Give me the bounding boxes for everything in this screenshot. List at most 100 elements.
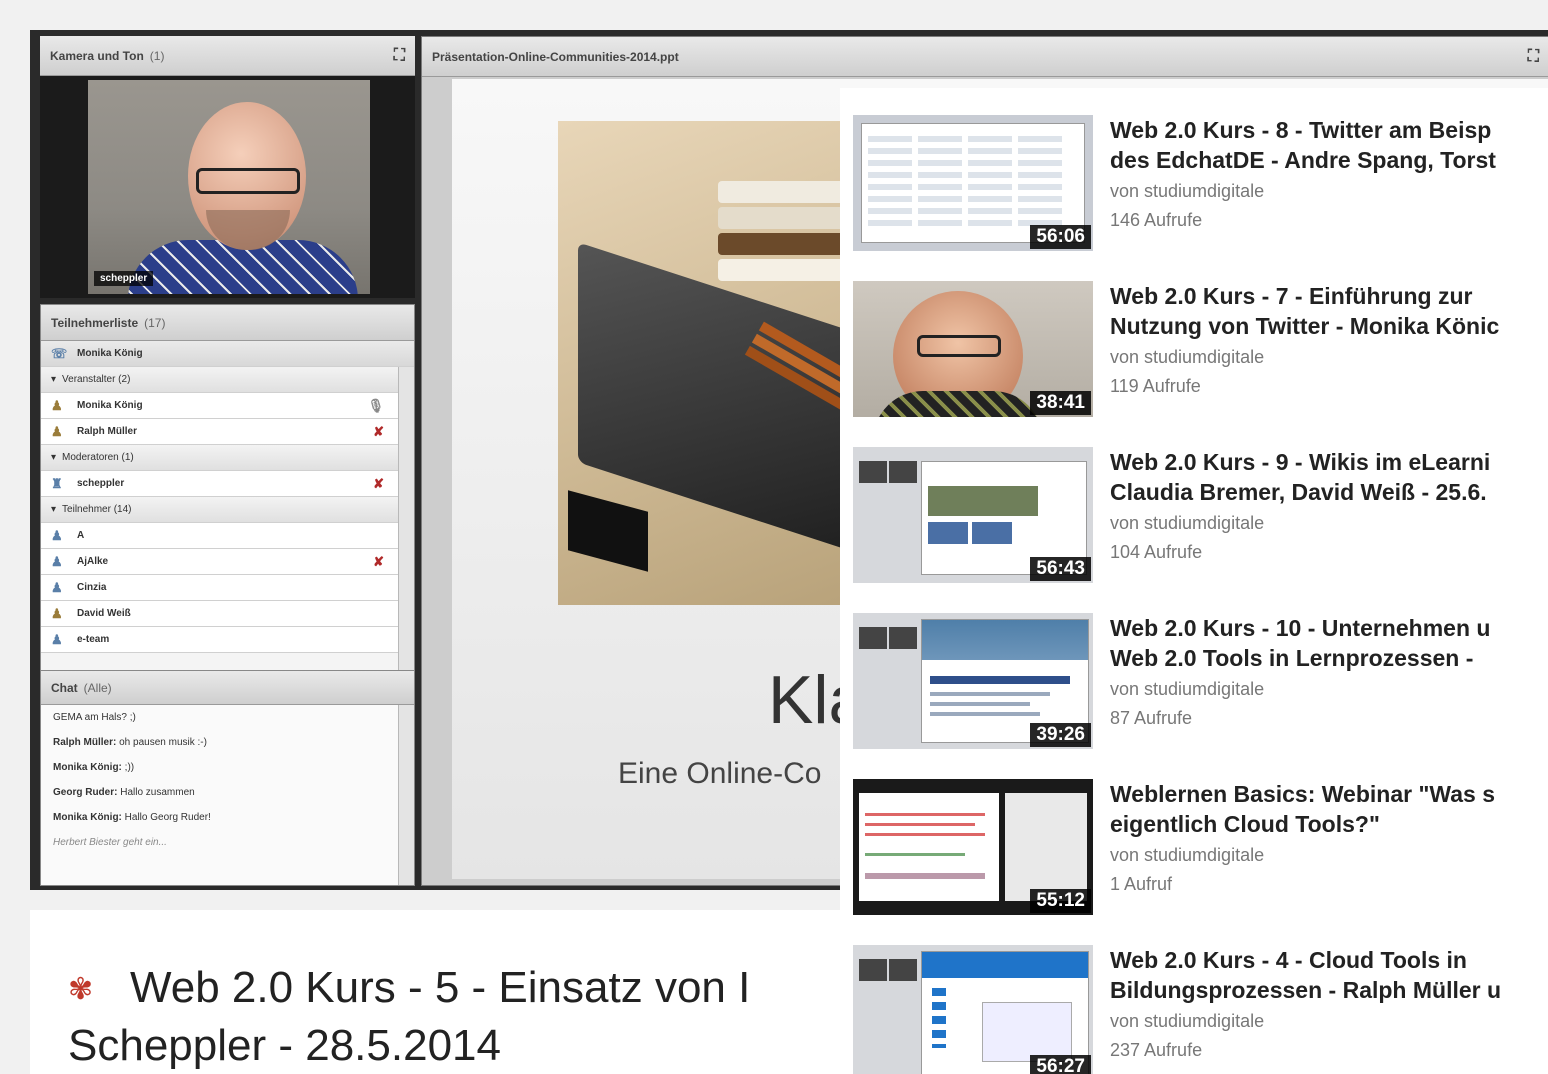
participant-list-header: Teilnehmerliste (17) xyxy=(41,305,414,341)
camera-panel-header: Kamera und Ton (1) ⛶ xyxy=(40,36,415,76)
camera-panel: Kamera und Ton (1) ⛶ scheppler xyxy=(40,36,415,298)
chat-message: GEMA am Hals? ;) xyxy=(53,712,136,723)
related-video-item[interactable]: 56:06 Web 2.0 Kurs - 8 - Twitter am Beis… xyxy=(853,115,1548,255)
group-header-moderators[interactable]: ▾ Moderatoren (1) xyxy=(41,445,414,471)
related-video-item[interactable]: 38:41 Web 2.0 Kurs - 7 - Einführung zur … xyxy=(853,281,1548,421)
microphone-icon[interactable]: 🎙 xyxy=(367,398,384,414)
related-video-author: von studiumdigitale xyxy=(1110,679,1265,699)
presentation-filename: Präsentation-Online-Communities-2014.ppt xyxy=(432,49,679,64)
participant-name: Monika König xyxy=(77,400,143,411)
video-duration: 39:26 xyxy=(1030,723,1091,747)
related-video-title[interactable]: Web 2.0 Kurs - 9 - Wikis im eLearni Clau… xyxy=(1110,447,1548,507)
video-thumbnail[interactable]: 56:06 xyxy=(853,115,1093,251)
related-video-author: von studiumdigitale xyxy=(1110,1011,1265,1031)
user-icon: ♟ xyxy=(51,423,63,439)
video-thumbnail[interactable]: 56:43 xyxy=(853,447,1093,583)
participant-row[interactable]: ♟ Monika König 🎙 xyxy=(41,393,414,419)
group-label: Veranstalter (2) xyxy=(62,374,131,385)
related-video-views: 87 Aufrufe xyxy=(1110,708,1193,728)
video-thumbnail[interactable]: 55:12 xyxy=(853,779,1093,915)
group-header-organizers[interactable]: ▾ Veranstalter (2) xyxy=(41,367,414,393)
presenter-name-tag: scheppler xyxy=(94,271,154,286)
related-video-title[interactable]: Web 2.0 Kurs - 8 - Twitter am Beisp des … xyxy=(1110,115,1548,175)
related-video-author: von studiumdigitale xyxy=(1110,845,1265,865)
participant-name: AjAlke xyxy=(77,556,109,567)
related-video-item[interactable]: 55:12 Weblernen Basics: Webinar "Was s e… xyxy=(853,779,1548,919)
related-video-title[interactable]: Weblernen Basics: Webinar "Was s eigentl… xyxy=(1110,779,1548,839)
camera-panel-title: Kamera und Ton xyxy=(50,48,144,63)
presenter-webcam: scheppler xyxy=(88,80,370,294)
chat-scope: (Alle) xyxy=(83,680,112,695)
chat-panel: Chat (Alle) GEMA am Hals? ;) Ralph Mülle… xyxy=(40,670,415,886)
current-user-name: Monika König xyxy=(77,348,143,359)
video-duration: 56:27 xyxy=(1030,1055,1091,1074)
playlist-icon[interactable]: ✾ xyxy=(68,962,102,1018)
user-icon: ♟ xyxy=(51,631,63,647)
participant-count: (17) xyxy=(144,315,166,330)
chat-header: Chat (Alle) xyxy=(41,671,414,705)
participant-row[interactable]: ♟ David Weiß xyxy=(41,601,414,627)
chat-message: Ralph Müller: oh pausen musik :-) xyxy=(53,737,207,748)
related-video-item[interactable]: 56:27 Web 2.0 Kurs - 4 - Cloud Tools in … xyxy=(853,945,1548,1074)
video-duration: 56:43 xyxy=(1030,557,1091,581)
video-thumbnail[interactable]: 39:26 xyxy=(853,613,1093,749)
microphone-muted-icon[interactable]: ✘ xyxy=(373,554,384,570)
related-video-author: von studiumdigitale xyxy=(1110,347,1265,367)
related-video-title[interactable]: Web 2.0 Kurs - 4 - Cloud Tools in Bildun… xyxy=(1110,945,1548,1005)
video-duration: 38:41 xyxy=(1030,391,1091,415)
related-video-title[interactable]: Web 2.0 Kurs - 10 - Unternehmen u Web 2.… xyxy=(1110,613,1548,673)
maximize-icon[interactable]: ⛶ xyxy=(394,47,405,65)
participant-row[interactable]: ♟ AjAlke ✘ xyxy=(41,549,414,575)
video-thumbnail[interactable]: 38:41 xyxy=(853,281,1093,417)
participant-scrollbar[interactable] xyxy=(398,367,414,671)
group-header-participants[interactable]: ▾ Teilnehmer (14) xyxy=(41,497,414,523)
group-label: Moderatoren (1) xyxy=(62,452,134,463)
slide-subtitle: Eine Online-Co xyxy=(618,757,822,790)
participant-list: Teilnehmerliste (17) ☏ Monika König ▾ Ve… xyxy=(40,304,415,672)
participant-name: scheppler xyxy=(77,478,125,489)
related-video-item[interactable]: 39:26 Web 2.0 Kurs - 10 - Unternehmen u … xyxy=(853,613,1548,753)
participant-row[interactable]: ♟ A xyxy=(41,523,414,549)
user-icon: ♟ xyxy=(51,605,63,621)
microphone-muted-icon[interactable]: ✘ xyxy=(373,476,384,492)
related-video-item[interactable]: 56:43 Web 2.0 Kurs - 9 - Wikis im eLearn… xyxy=(853,447,1548,587)
collapse-arrow-icon: ▾ xyxy=(51,504,57,515)
related-video-views: 1 Aufruf xyxy=(1110,874,1173,894)
participant-row[interactable]: ♟ Ralph Müller ✘ xyxy=(41,419,414,445)
related-video-views: 119 Aufrufe xyxy=(1110,376,1201,396)
group-label: Teilnehmer (14) xyxy=(62,504,132,515)
moderator-icon: ♜ xyxy=(51,475,63,491)
participant-row[interactable]: ♜ scheppler ✘ xyxy=(41,471,414,497)
chat-system-message: Herbert Biester geht ein... xyxy=(53,837,167,848)
video-thumbnail[interactable]: 56:27 xyxy=(853,945,1093,1074)
maximize-icon[interactable]: ⛶ xyxy=(1528,48,1539,66)
video-title-area: ✾ Web 2.0 Kurs - 5 - Einsatz von I Schepp… xyxy=(30,910,850,1074)
related-video-views: 104 Aufrufe xyxy=(1110,542,1203,562)
video-duration: 55:12 xyxy=(1030,889,1091,913)
participant-name: Cinzia xyxy=(77,582,107,593)
chat-message: Georg Ruder: Hallo zusammen xyxy=(53,787,195,798)
related-video-author: von studiumdigitale xyxy=(1110,181,1265,201)
participant-row[interactable]: ♟ Cinzia xyxy=(41,575,414,601)
chat-scrollbar[interactable] xyxy=(398,705,414,885)
microphone-muted-icon[interactable]: ✘ xyxy=(373,424,384,440)
video-title: ✾ Web 2.0 Kurs - 5 - Einsatz von I Schepp… xyxy=(68,962,751,1071)
video-duration: 56:06 xyxy=(1030,225,1091,249)
related-video-views: 146 Aufrufe xyxy=(1110,210,1203,230)
participant-name: David Weiß xyxy=(77,608,131,619)
user-icon: ♟ xyxy=(51,527,63,543)
related-video-title[interactable]: Web 2.0 Kurs - 7 - Einführung zur Nutzun… xyxy=(1110,281,1548,341)
user-icon: ♟ xyxy=(51,397,63,413)
chat-message: Monika König: ;)) xyxy=(53,762,135,773)
presentation-header: Präsentation-Online-Communities-2014.ppt… xyxy=(422,37,1548,77)
user-icon: ♟ xyxy=(51,579,63,595)
participant-name: A xyxy=(77,530,85,541)
related-video-views: 237 Aufrufe xyxy=(1110,1040,1203,1060)
participant-name: Ralph Müller xyxy=(77,426,138,437)
collapse-arrow-icon: ▾ xyxy=(51,374,57,385)
slide-photo xyxy=(558,121,858,605)
current-user-row[interactable]: ☏ Monika König xyxy=(41,341,414,367)
user-icon: ♟ xyxy=(51,553,63,569)
camera-count: (1) xyxy=(149,48,165,63)
participant-row[interactable]: ♟ e-team xyxy=(41,627,414,653)
